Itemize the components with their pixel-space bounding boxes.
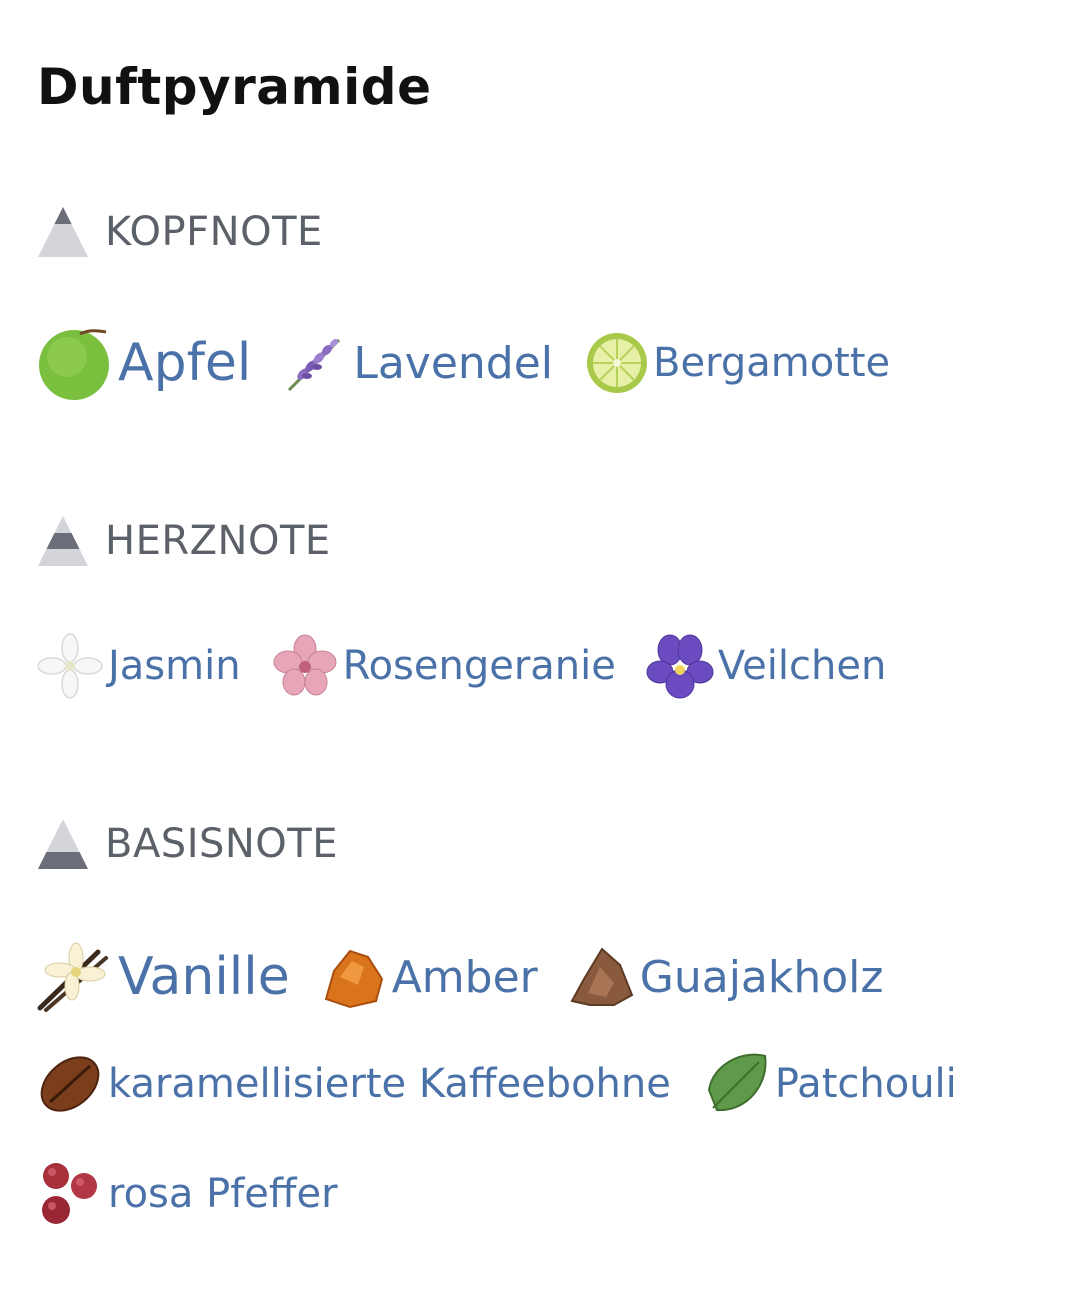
note-label: Patchouli: [774, 1061, 957, 1107]
bergamot-icon: [587, 333, 648, 393]
notes-row-basisnote-3: rosa Pfeffer: [36, 1160, 338, 1228]
notes-row-basisnote-2: karamellisierte Kaffeebohne Patchouli: [36, 1050, 957, 1118]
note-bergamotte[interactable]: Bergamotte: [585, 331, 890, 395]
pink-pepper-icon: [42, 1163, 97, 1224]
pyramid-base-icon: [38, 819, 88, 869]
note-veilchen[interactable]: Veilchen: [646, 632, 886, 700]
guaiac-wood-icon: [570, 947, 634, 1006]
section-label-kopfnote: KOPFNOTE: [105, 209, 323, 255]
coffee-bean-icon: [40, 1056, 100, 1112]
lavender-icon: [288, 338, 341, 392]
note-vanille[interactable]: Vanille: [36, 938, 290, 1016]
note-label: Lavendel: [353, 337, 554, 389]
note-label: rosa Pfeffer: [108, 1171, 338, 1217]
notes-row-basisnote-1: Vanille Amber Guajakholz: [36, 938, 884, 1016]
pyramid-top-icon: [38, 207, 88, 257]
note-guajakholz[interactable]: Guajakholz: [568, 943, 884, 1011]
note-label: Rosengeranie: [342, 643, 616, 689]
section-label-basisnote: BASISNOTE: [105, 821, 338, 867]
note-apfel[interactable]: Apfel: [36, 324, 251, 402]
section-header-kopfnote: KOPFNOTE: [36, 204, 323, 260]
section-header-basisnote: BASISNOTE: [36, 816, 338, 872]
note-patchouli[interactable]: Patchouli: [703, 1050, 957, 1118]
note-label: Veilchen: [717, 643, 887, 689]
green-apple-icon: [39, 329, 109, 400]
amber-icon: [324, 949, 383, 1009]
note-amber[interactable]: Amber: [320, 943, 538, 1011]
note-label: Apfel: [118, 333, 252, 393]
violet-icon: [646, 634, 714, 699]
note-lavendel[interactable]: Lavendel: [283, 330, 553, 396]
rose-geranium-icon: [273, 634, 337, 696]
notes-row-herznote-1: Jasmin Rosengeranie Veilchen: [36, 632, 886, 700]
note-label: karamellisierte Kaffeebohne: [108, 1061, 671, 1107]
note-karamellisierte-kaffeebohne[interactable]: karamellisierte Kaffeebohne: [36, 1050, 671, 1118]
vanilla-icon: [37, 942, 108, 1012]
section-header-herznote: HERZNOTE: [36, 513, 331, 569]
note-label: Guajakholz: [639, 951, 884, 1003]
note-rosa-pfeffer[interactable]: rosa Pfeffer: [36, 1160, 338, 1228]
note-label: Vanille: [118, 947, 290, 1007]
pyramid-middle-icon: [38, 516, 88, 566]
note-label: Bergamotte: [653, 340, 891, 386]
notes-row-kopfnote-1: Apfel Lavendel Bergamotte: [36, 324, 890, 402]
patchouli-leaf-icon: [707, 1053, 767, 1112]
note-jasmin[interactable]: Jasmin: [36, 632, 241, 700]
jasmine-icon: [37, 633, 103, 699]
note-label: Jasmin: [108, 643, 241, 689]
section-label-herznote: HERZNOTE: [105, 518, 331, 564]
note-rosengeranie[interactable]: Rosengeranie: [271, 632, 616, 700]
page-title: Duftpyramide: [37, 58, 432, 116]
note-label: Amber: [391, 951, 538, 1003]
